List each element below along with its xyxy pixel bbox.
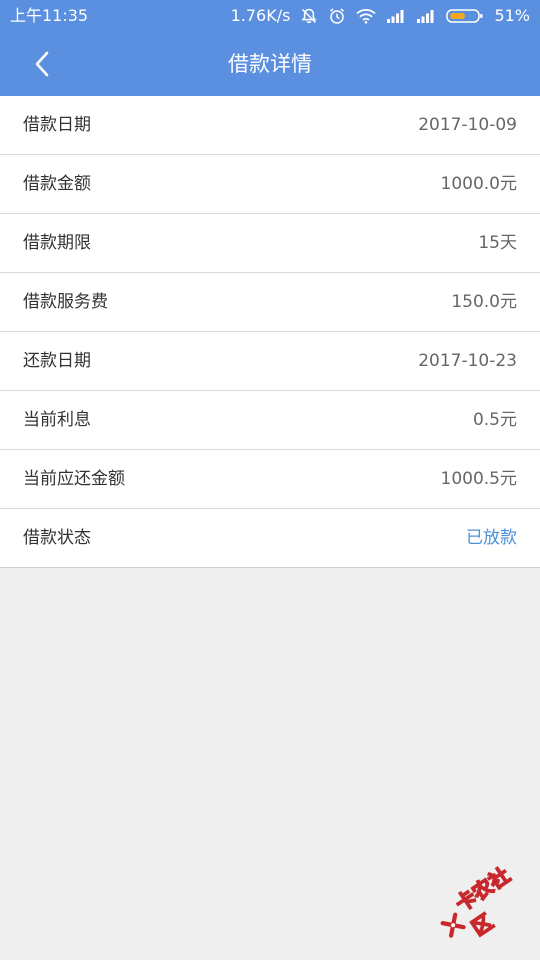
row-label: 当前利息 [23,410,91,430]
row-label: 借款服务费 [23,292,108,312]
row-label: 借款金额 [23,174,91,194]
row-value: 1000.5元 [440,469,517,489]
wifi-icon [356,8,377,24]
signal-icon [386,9,406,23]
status-indicators: 1.76K/s 51% [231,6,530,26]
detail-row-loan-term: 借款期限 15天 [0,214,540,273]
row-label: 当前应还金额 [23,469,125,489]
back-button[interactable] [22,46,62,82]
row-label: 借款状态 [23,528,91,548]
alarm-icon [328,7,346,25]
battery-icon [446,8,484,24]
signal-icon [416,9,436,23]
watermark-logo: 卡农社区 [427,849,540,956]
row-value: 15天 [478,233,517,253]
row-value: 0.5元 [472,410,517,430]
row-label: 借款期限 [23,233,91,253]
status-time: 上午11:35 [10,6,89,25]
page-title: 借款详情 [228,52,312,76]
loan-detail-screen: 上午11:35 1.76K/s 51% 借款详情 借款日期 2017-10-09… [0,0,540,960]
chevron-left-icon [35,51,49,77]
row-label: 还款日期 [23,351,91,371]
mute-bell-icon [300,7,318,25]
row-value: 2017-10-09 [418,115,517,135]
network-speed: 1.76K/s [230,6,291,25]
row-value: 2017-10-23 [418,351,517,371]
detail-row-amount-due: 当前应还金额 1000.5元 [0,450,540,509]
detail-row-loan-status: 借款状态 已放款 [0,509,540,568]
detail-row-current-interest: 当前利息 0.5元 [0,391,540,450]
loan-detail-list: 借款日期 2017-10-09 借款金额 1000.0元 借款期限 15天 借款… [0,96,540,568]
row-label: 借款日期 [23,115,91,135]
row-value: 1000.0元 [440,174,517,194]
nav-bar: 借款详情 [0,32,540,96]
detail-row-loan-date: 借款日期 2017-10-09 [0,96,540,155]
status-bar: 上午11:35 1.76K/s 51% [0,0,540,32]
row-value: 150.0元 [451,292,517,312]
battery-percent: 51% [494,6,530,25]
detail-row-service-fee: 借款服务费 150.0元 [0,273,540,332]
detail-row-loan-amount: 借款金额 1000.0元 [0,155,540,214]
status-badge: 已放款 [466,528,517,548]
detail-row-repayment-date: 还款日期 2017-10-23 [0,332,540,391]
